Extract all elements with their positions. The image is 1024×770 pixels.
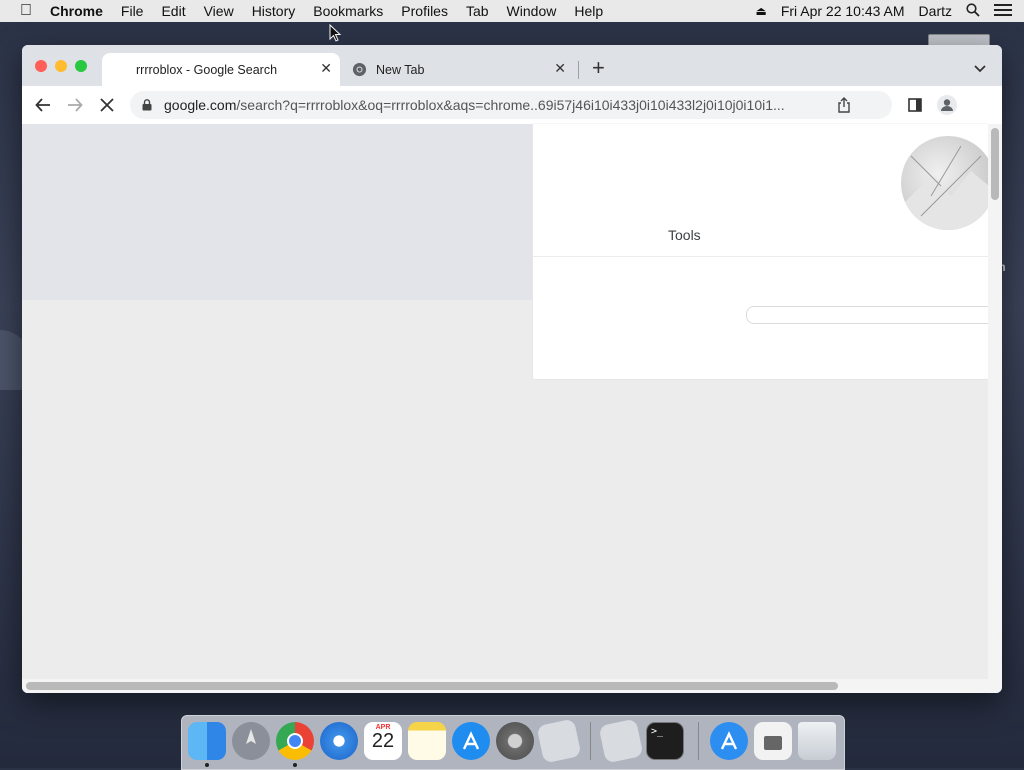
downloads-app-store-icon[interactable] (710, 722, 748, 760)
close-window-button[interactable] (35, 60, 47, 72)
eject-icon[interactable]: ⏏ (755, 4, 766, 18)
knowledge-panel-image[interactable] (901, 136, 995, 230)
tools-button[interactable]: Tools (668, 227, 701, 243)
tab-strip: rrrroblox - Google Search ✕ New Tab ✕ + (22, 45, 1002, 86)
notes-icon[interactable] (408, 722, 446, 760)
horizontal-scroll-thumb[interactable] (26, 682, 838, 690)
close-tab-icon[interactable]: ✕ (554, 60, 566, 77)
roblox-studio-icon[interactable] (598, 718, 644, 764)
back-icon[interactable] (35, 97, 51, 113)
menu-help[interactable]: Help (574, 3, 603, 19)
system-preferences-icon[interactable] (496, 722, 534, 760)
apple-icon[interactable]:  (20, 2, 32, 20)
menu-extras: ⏏ Fri Apr 22 10:43 AM Dartz (755, 0, 1024, 22)
url-host: google.com (164, 97, 237, 113)
results-pill-placeholder (746, 306, 998, 324)
lock-icon[interactable] (142, 99, 152, 111)
chrome-dock-icon[interactable] (276, 722, 314, 760)
tab-google-search[interactable]: rrrroblox - Google Search ✕ (102, 53, 340, 86)
disk-image-icon[interactable] (754, 722, 792, 760)
dock-separator (698, 722, 699, 760)
calendar-icon[interactable]: APR 22 (364, 722, 402, 760)
safari-icon[interactable] (320, 722, 358, 760)
menu-view[interactable]: View (204, 3, 234, 19)
tab-new-tab[interactable]: New Tab ✕ (342, 53, 578, 86)
person-icon (941, 99, 953, 111)
vertical-scroll-thumb[interactable] (991, 128, 999, 200)
tab-title: New Tab (376, 63, 425, 77)
minimize-window-button[interactable] (55, 60, 67, 72)
running-indicator (205, 763, 209, 767)
mouse-cursor-icon (329, 24, 342, 42)
vertical-scrollbar[interactable] (988, 124, 1002, 679)
dock-separator (590, 722, 591, 760)
tab-title: rrrroblox - Google Search (136, 63, 278, 77)
clock[interactable]: Fri Apr 22 10:43 AM (781, 3, 905, 19)
app-store-icon[interactable] (452, 722, 490, 760)
close-tab-icon[interactable]: ✕ (320, 60, 332, 77)
launchpad-icon[interactable] (232, 722, 270, 760)
control-center-icon[interactable] (994, 3, 1012, 20)
new-tab-button[interactable]: + (592, 57, 605, 79)
trash-icon[interactable] (798, 722, 836, 760)
side-panel-icon[interactable] (908, 98, 922, 112)
tab-search-chevron-icon[interactable] (974, 65, 986, 73)
browser-window: rrrroblox - Google Search ✕ New Tab ✕ + … (22, 45, 1002, 693)
loading-placeholder-panel (22, 124, 532, 300)
finder-icon[interactable] (188, 722, 226, 760)
menu-window[interactable]: Window (507, 3, 557, 19)
toolbar: google.com/search?q=rrrroblox&oq=rrrrobl… (22, 86, 1002, 125)
url-path: /search?q=rrrroblox&oq=rrrroblox&aqs=chr… (236, 97, 785, 113)
terminal-icon[interactable]: >_ (646, 722, 684, 760)
spotlight-icon[interactable] (966, 2, 980, 20)
dock: APR 22 >_ (181, 715, 845, 770)
tab-separator (578, 61, 579, 79)
stop-loading-icon[interactable] (100, 98, 114, 112)
roblox-icon[interactable] (536, 718, 582, 764)
running-indicator (293, 763, 297, 767)
results-divider (533, 256, 988, 257)
menu-profiles[interactable]: Profiles (401, 3, 448, 19)
horizontal-scrollbar[interactable] (22, 679, 1002, 693)
menu-tab[interactable]: Tab (466, 3, 489, 19)
menu-file[interactable]: File (121, 3, 144, 19)
menu-app-name[interactable]: Chrome (50, 3, 103, 19)
user-name[interactable]: Dartz (919, 3, 952, 19)
address-bar[interactable]: google.com/search?q=rrrroblox&oq=rrrrobl… (130, 91, 892, 119)
menu-bar:  Chrome File Edit View History Bookmark… (0, 0, 1024, 22)
menu-edit[interactable]: Edit (161, 3, 185, 19)
search-results-panel: Tools (533, 124, 998, 379)
menu-bookmarks[interactable]: Bookmarks (313, 3, 383, 19)
url-text: google.com/search?q=rrrroblox&oq=rrrrobl… (164, 97, 854, 113)
zoom-window-button[interactable] (75, 60, 87, 72)
forward-icon[interactable] (67, 97, 83, 113)
menu-history[interactable]: History (252, 3, 296, 19)
share-icon[interactable] (837, 97, 851, 113)
page-content: Tools (22, 124, 998, 693)
calendar-day: 22 (371, 730, 395, 752)
chrome-icon (352, 62, 367, 77)
profile-avatar[interactable] (937, 95, 957, 115)
